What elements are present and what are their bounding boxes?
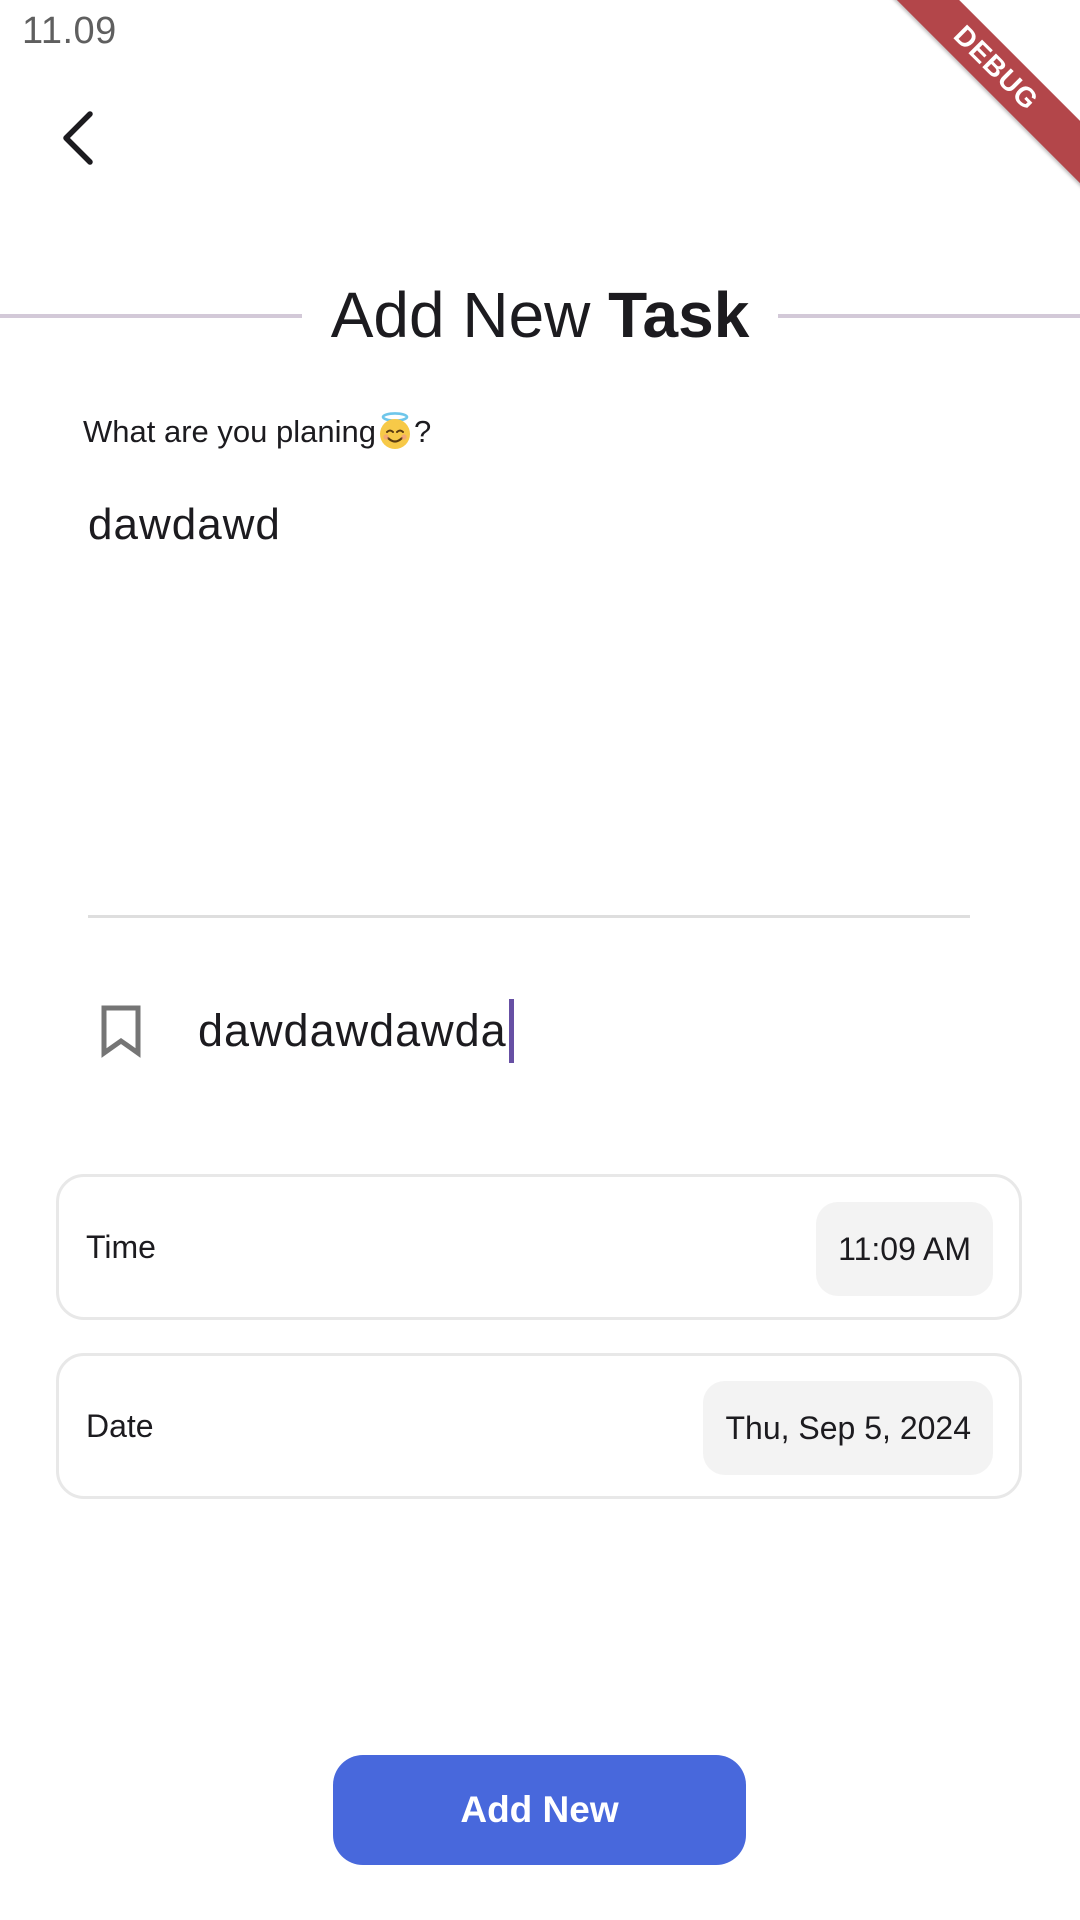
time-value-chip[interactable]: 11:09 AM xyxy=(816,1202,993,1296)
time-label: Time xyxy=(86,1229,156,1265)
description-label-text: What are you planing xyxy=(83,414,376,449)
title-divider-left xyxy=(0,314,302,318)
date-label: Date xyxy=(86,1408,154,1444)
description-input[interactable]: dawdawd xyxy=(88,500,970,910)
page-title-regular: Add New xyxy=(330,279,609,351)
text-caret xyxy=(508,999,514,1063)
time-picker-card[interactable]: Time 11:09 AM xyxy=(56,1174,1022,1320)
task-title-input[interactable]: dawdawdawda xyxy=(198,998,514,1064)
debug-banner: DEBUG xyxy=(874,0,1080,190)
description-underline xyxy=(88,915,970,918)
date-picker-card[interactable]: Date Thu, Sep 5, 2024 xyxy=(56,1353,1022,1499)
task-title-value: dawdawdawda xyxy=(198,1005,507,1056)
description-label-suffix: ? xyxy=(413,414,432,449)
page-title-row: Add New Task xyxy=(0,270,1080,360)
bookmark-icon xyxy=(98,1004,144,1058)
date-value-chip[interactable]: Thu, Sep 5, 2024 xyxy=(703,1381,993,1475)
description-field-label: What are you planing ? xyxy=(83,412,431,450)
page-title-bold: Task xyxy=(608,279,750,351)
back-button[interactable] xyxy=(40,100,116,176)
smiling-face-with-halo-icon xyxy=(376,412,414,450)
chevron-left-icon xyxy=(63,111,93,165)
status-bar-time: 11.09 xyxy=(22,10,117,52)
add-new-button[interactable]: Add New xyxy=(333,1755,746,1865)
page-title: Add New Task xyxy=(302,270,778,360)
add-task-screen: 11.09 DEBUG Add New Task What are you pl… xyxy=(0,0,1080,1920)
title-divider-right xyxy=(778,314,1080,318)
